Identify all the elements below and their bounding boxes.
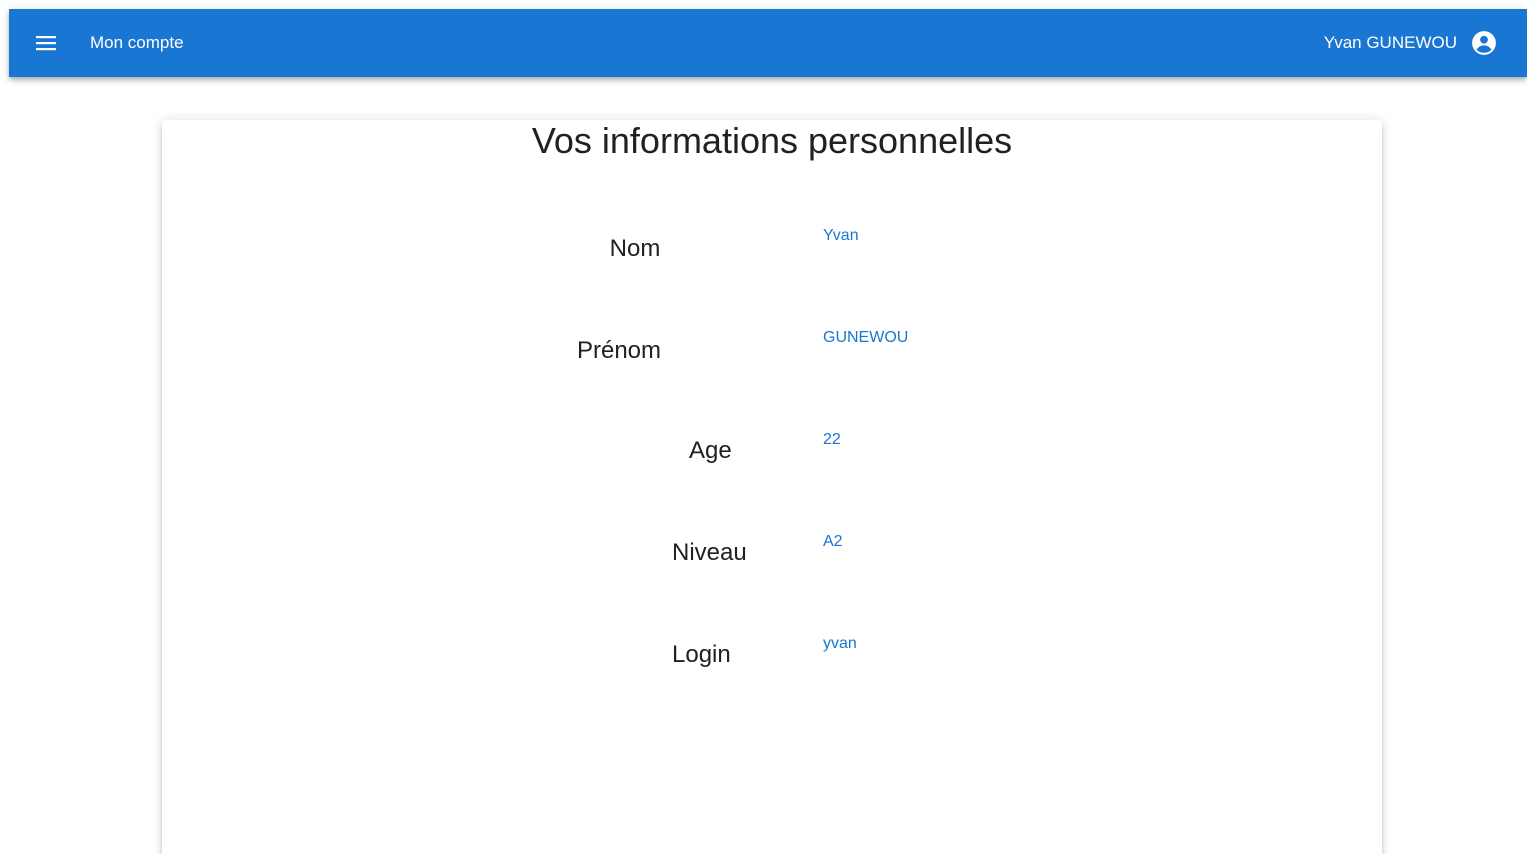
app-title: Mon compte <box>90 33 184 52</box>
account-circle-icon <box>1472 31 1496 55</box>
info-label: Prénom <box>576 337 662 364</box>
user-menu-button[interactable]: Yvan GUNEWOU <box>1324 30 1497 56</box>
info-row-nom: Nom Yvan <box>162 227 1382 272</box>
info-value: 22 <box>823 431 841 448</box>
info-value: Yvan <box>823 227 859 244</box>
info-value: yvan <box>823 635 857 652</box>
personal-info-card: Vos informations personnelles Nom Yvan P… <box>162 120 1382 854</box>
app-bar: Mon compte Yvan GUNEWOU <box>9 9 1527 77</box>
info-label: Niveau <box>672 539 747 566</box>
info-row-niveau: Niveau A2 <box>162 533 1382 578</box>
info-value: GUNEWOU <box>823 329 909 346</box>
info-label: Nom <box>609 235 661 262</box>
menu-icon <box>36 36 56 51</box>
info-label: Login <box>672 641 731 668</box>
info-row-prenom: Prénom GUNEWOU <box>162 329 1382 374</box>
menu-button[interactable] <box>31 28 61 58</box>
user-name: Yvan GUNEWOU <box>1323 33 1457 52</box>
page: Mon compte Yvan GUNEWOU Vos informations… <box>0 0 1527 854</box>
info-label: Age <box>689 437 732 464</box>
info-row-login: Login yvan <box>162 635 1382 680</box>
info-row-age: Age 22 <box>162 431 1382 476</box>
page-title: Vos informations personnelles <box>531 120 1013 161</box>
info-value: A2 <box>823 533 843 550</box>
